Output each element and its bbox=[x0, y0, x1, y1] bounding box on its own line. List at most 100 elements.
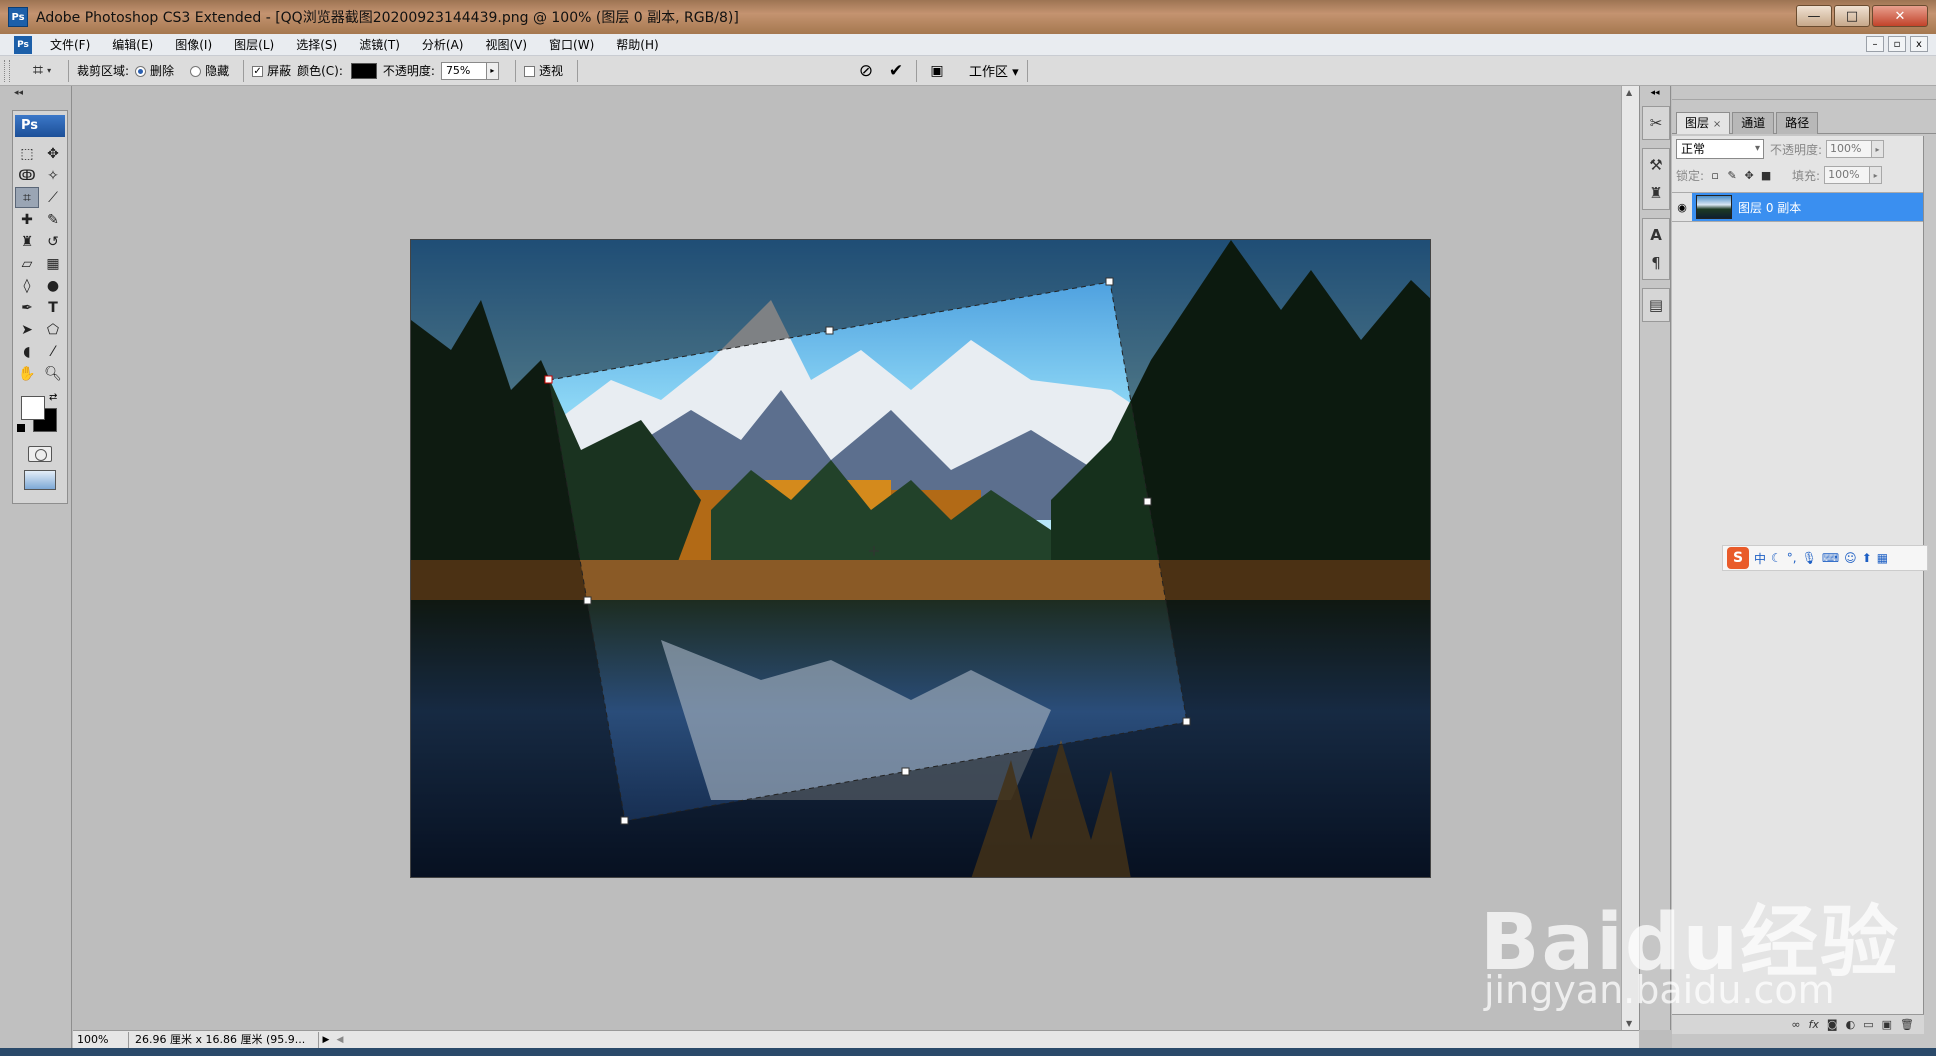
commit-crop-icon[interactable]: ✔ bbox=[884, 59, 908, 83]
menu-analysis[interactable]: 分析(A) bbox=[416, 36, 470, 53]
magic-wand-tool-icon[interactable]: ✧ bbox=[41, 165, 65, 186]
eraser-tool-icon[interactable]: ▱ bbox=[15, 253, 39, 274]
canvas-area[interactable] bbox=[73, 86, 1621, 1030]
lasso-tool-icon[interactable]: ↂ bbox=[15, 165, 39, 186]
delete-radio[interactable] bbox=[135, 66, 147, 77]
collapse-panels-icon[interactable]: ◂◂ bbox=[1640, 86, 1670, 98]
hand-tool-icon[interactable]: ✋ bbox=[15, 363, 39, 384]
ime-language-toggle[interactable]: 中 bbox=[1754, 550, 1766, 567]
scroll-down-icon[interactable]: ▼ bbox=[1626, 1019, 1632, 1028]
clone-source-panel-icon[interactable]: ♜ bbox=[1643, 181, 1669, 205]
tab-paths[interactable]: 路径 bbox=[1776, 112, 1819, 134]
layer-opacity-arrow-icon[interactable]: ▸ bbox=[1872, 140, 1885, 158]
maximize-button[interactable]: □ bbox=[1834, 5, 1870, 27]
dodge-tool-icon[interactable]: ● bbox=[41, 275, 65, 296]
tab-layers[interactable]: 图层 × bbox=[1676, 112, 1731, 134]
history-brush-tool-icon[interactable]: ↺ bbox=[41, 231, 65, 252]
landscape-photo[interactable] bbox=[411, 240, 1431, 878]
menu-window[interactable]: 窗口(W) bbox=[543, 36, 600, 53]
opacity-input[interactable]: 75% bbox=[440, 61, 487, 80]
menu-view[interactable]: 视图(V) bbox=[479, 36, 533, 53]
healing-brush-tool-icon[interactable]: ✚ bbox=[15, 209, 39, 230]
quick-mask-icon[interactable] bbox=[28, 446, 52, 462]
selected-layer[interactable]: 图层 0 副本 bbox=[1692, 193, 1923, 221]
foreground-color-swatch[interactable] bbox=[21, 396, 45, 420]
scroll-left-icon[interactable]: ◀ bbox=[333, 1035, 347, 1045]
perspective-label[interactable]: 透视 bbox=[539, 62, 563, 79]
zoom-tool-icon[interactable]: 🔍︎ bbox=[41, 363, 65, 384]
menu-layer[interactable]: 图层(L) bbox=[228, 36, 280, 53]
shield-color-swatch[interactable] bbox=[350, 62, 377, 79]
opacity-arrow-icon[interactable]: ▸ bbox=[486, 61, 499, 80]
options-grip[interactable] bbox=[4, 59, 10, 82]
lock-transparency-icon[interactable]: ▫ bbox=[1708, 168, 1722, 182]
new-layer-icon[interactable]: ▣ bbox=[1882, 1018, 1892, 1031]
microphone-icon[interactable]: 🎙︎ bbox=[1802, 551, 1817, 565]
photoshop-app-icon[interactable]: Ps bbox=[8, 7, 28, 27]
shield-checkbox[interactable]: ✓ bbox=[252, 66, 264, 77]
paragraph-panel-icon[interactable]: ¶ bbox=[1643, 251, 1669, 275]
shape-tool-icon[interactable]: ⬠ bbox=[41, 319, 65, 340]
menu-file[interactable]: 文件(F) bbox=[44, 36, 96, 53]
zoom-level[interactable]: 100% bbox=[73, 1031, 129, 1048]
lock-all-icon[interactable]: ■ bbox=[1759, 168, 1773, 182]
collapse-toolbox-icon[interactable]: ◂◂ bbox=[14, 88, 23, 98]
blend-mode-select[interactable]: 正常 bbox=[1676, 139, 1764, 159]
blur-tool-icon[interactable]: ◊ bbox=[15, 275, 39, 296]
perspective-checkbox[interactable] bbox=[523, 66, 535, 77]
status-menu-icon[interactable]: ▶ bbox=[319, 1035, 333, 1045]
photoshop-logo[interactable]: Ps bbox=[15, 115, 65, 137]
menu-edit[interactable]: 编辑(E) bbox=[106, 36, 159, 53]
tab-close-icon[interactable]: × bbox=[1713, 119, 1721, 130]
document-image[interactable] bbox=[410, 239, 1431, 878]
minimize-button[interactable]: — bbox=[1796, 5, 1832, 27]
user-icon[interactable]: ☺ bbox=[1844, 551, 1857, 565]
close-button[interactable]: ✕ bbox=[1872, 5, 1928, 27]
eyedropper-tool-icon[interactable]: ⁄ bbox=[41, 341, 65, 362]
hide-label[interactable]: 隐藏 bbox=[205, 62, 229, 79]
scroll-up-icon[interactable]: ▲ bbox=[1626, 88, 1632, 97]
slice-tool-icon[interactable]: ⟋ bbox=[41, 187, 65, 208]
doc-minimize-button[interactable]: – bbox=[1866, 36, 1884, 52]
tools-panel-icon[interactable]: ✂ bbox=[1643, 111, 1669, 135]
hide-radio[interactable] bbox=[190, 66, 202, 77]
cancel-crop-icon[interactable]: ⊘ bbox=[854, 59, 878, 83]
menu-help[interactable]: 帮助(H) bbox=[610, 36, 664, 53]
path-selection-tool-icon[interactable]: ➤ bbox=[15, 319, 39, 340]
marquee-tool-icon[interactable]: ⬚ bbox=[15, 143, 39, 164]
move-tool-icon[interactable]: ✥ bbox=[41, 143, 65, 164]
document-size-info[interactable]: 26.96 厘米 x 16.86 厘米 (95.9... bbox=[129, 1031, 319, 1048]
workspace-dropdown[interactable]: 工作区 ▾ bbox=[969, 61, 1019, 80]
pen-tool-icon[interactable]: ✒ bbox=[15, 297, 39, 318]
swap-colors-icon[interactable]: ⇄ bbox=[49, 392, 57, 403]
link-layers-icon[interactable]: ∞ bbox=[1791, 1018, 1800, 1031]
doc-restore-button[interactable]: ▫ bbox=[1888, 36, 1906, 52]
add-mask-icon[interactable]: ◙ bbox=[1827, 1018, 1838, 1031]
menu-filter[interactable]: 滤镜(T) bbox=[353, 36, 406, 53]
layer-comps-panel-icon[interactable]: ▤ bbox=[1643, 293, 1669, 317]
character-panel-icon[interactable]: A bbox=[1643, 223, 1669, 247]
tab-channels[interactable]: 通道 bbox=[1732, 112, 1775, 134]
moon-icon[interactable]: ☾ bbox=[1771, 551, 1782, 565]
document-icon[interactable]: Ps bbox=[14, 35, 32, 54]
layer-name[interactable]: 图层 0 副本 bbox=[1738, 199, 1801, 216]
gradient-tool-icon[interactable]: ▦ bbox=[41, 253, 65, 274]
notes-tool-icon[interactable]: ◖ bbox=[15, 341, 39, 362]
fill-input[interactable]: 100% bbox=[1824, 166, 1871, 184]
menu-image[interactable]: 图像(I) bbox=[169, 36, 218, 53]
crop-tool-preset-icon[interactable]: ⌗ ▾ bbox=[24, 59, 60, 83]
toolbox-icon[interactable]: ▦ bbox=[1877, 551, 1888, 565]
menu-select[interactable]: 选择(S) bbox=[290, 36, 343, 53]
lock-position-icon[interactable]: ✥ bbox=[1742, 168, 1756, 182]
screen-mode-icon[interactable] bbox=[24, 470, 56, 490]
delete-layer-icon[interactable]: 🗑︎ bbox=[1900, 1018, 1914, 1031]
doc-close-button[interactable]: x bbox=[1910, 36, 1928, 52]
fill-arrow-icon[interactable]: ▸ bbox=[1870, 166, 1883, 184]
type-tool-icon[interactable]: T bbox=[41, 297, 65, 318]
adjustment-layer-icon[interactable]: ◐ bbox=[1846, 1018, 1856, 1031]
sogou-logo[interactable]: S bbox=[1727, 547, 1749, 569]
layer-opacity-input[interactable]: 100% bbox=[1826, 140, 1873, 158]
shield-label[interactable]: 屏蔽 bbox=[267, 62, 291, 79]
skin-icon[interactable]: ⬆ bbox=[1862, 551, 1872, 565]
new-group-icon[interactable]: ▭ bbox=[1863, 1018, 1873, 1031]
